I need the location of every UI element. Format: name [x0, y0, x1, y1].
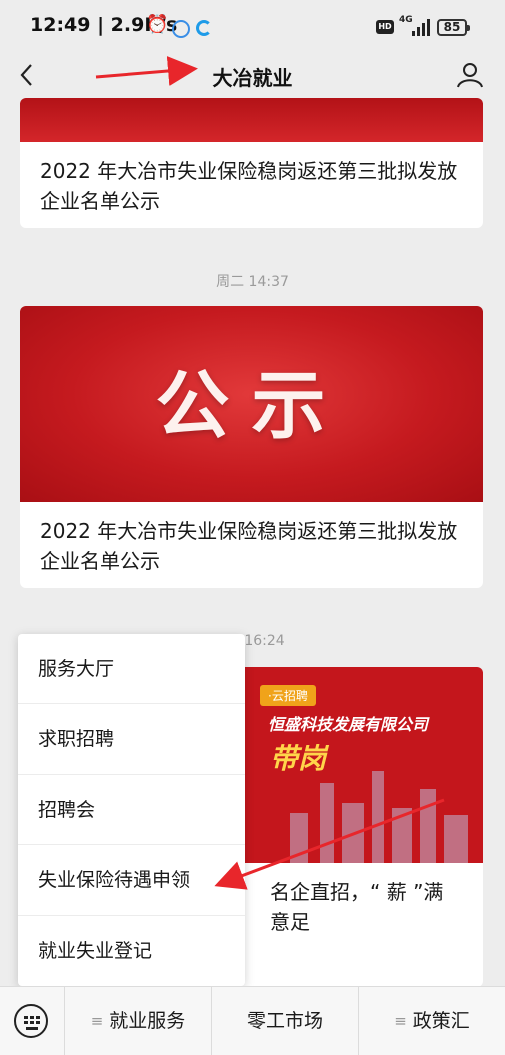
cover-tag: ·云招聘	[260, 685, 316, 706]
menu-item-unemployment-benefit[interactable]: 失业保险待遇申领	[18, 845, 245, 916]
menu-item-job-fair[interactable]: 招聘会	[18, 775, 245, 846]
user-icon[interactable]	[455, 60, 485, 90]
alarm-icon: ⏰	[146, 14, 169, 35]
status-bar: 12:49 | 2.9K/s ⏰ HD 4G 85	[0, 0, 505, 52]
menu-item-employment-registration[interactable]: 就业失业登记	[18, 916, 245, 986]
tab-employment-service[interactable]: ≡ 就业服务	[64, 987, 211, 1055]
article-card[interactable]: 公示 2022 年大冶市失业保险稳岗返还第三批拟发放企业名单公示	[20, 306, 483, 588]
app-notification-icon	[172, 20, 190, 38]
cover-headline: 带岗	[270, 742, 327, 775]
article-card[interactable]: 2022 年大冶市失业保险稳岗返还第三批拟发放企业名单公示	[20, 98, 483, 228]
article-title: 2022 年大冶市失业保险稳岗返还第三批拟发放企业名单公示	[40, 519, 458, 573]
menu-item-service-hall[interactable]: 服务大厅	[18, 634, 245, 705]
submenu-icon: ≡	[394, 1012, 407, 1030]
hd-badge: HD	[376, 20, 394, 34]
cover-company: 恒盛科技发展有限公司	[268, 715, 429, 734]
cover-text: 公示	[155, 363, 348, 449]
app-header: 大冶就业	[0, 52, 505, 98]
battery-icon: 85	[437, 19, 470, 36]
app-notification-icon	[196, 20, 212, 36]
menu-item-job-recruitment[interactable]: 求职招聘	[18, 704, 245, 775]
tab-gig-market[interactable]: 零工市场	[211, 987, 358, 1055]
service-submenu: 服务大厅 求职招聘 招聘会 失业保险待遇申领 就业失业登记	[18, 634, 245, 986]
keyboard-icon[interactable]	[14, 1004, 48, 1038]
tab-policy[interactable]: ≡ 政策汇	[358, 987, 505, 1055]
article-title: 2022 年大冶市失业保险稳岗返还第三批拟发放企业名单公示	[40, 159, 458, 213]
submenu-icon: ≡	[90, 1012, 104, 1030]
bottom-menu-bar: ≡ 就业服务 零工市场 ≡ 政策汇	[0, 986, 505, 1055]
page-title: 大冶就业	[212, 66, 293, 90]
article-cover-image	[20, 98, 483, 142]
message-timestamp: 周二 14:37	[216, 274, 289, 290]
article-cover-image: 公示	[20, 306, 483, 502]
signal-icon	[408, 18, 430, 36]
